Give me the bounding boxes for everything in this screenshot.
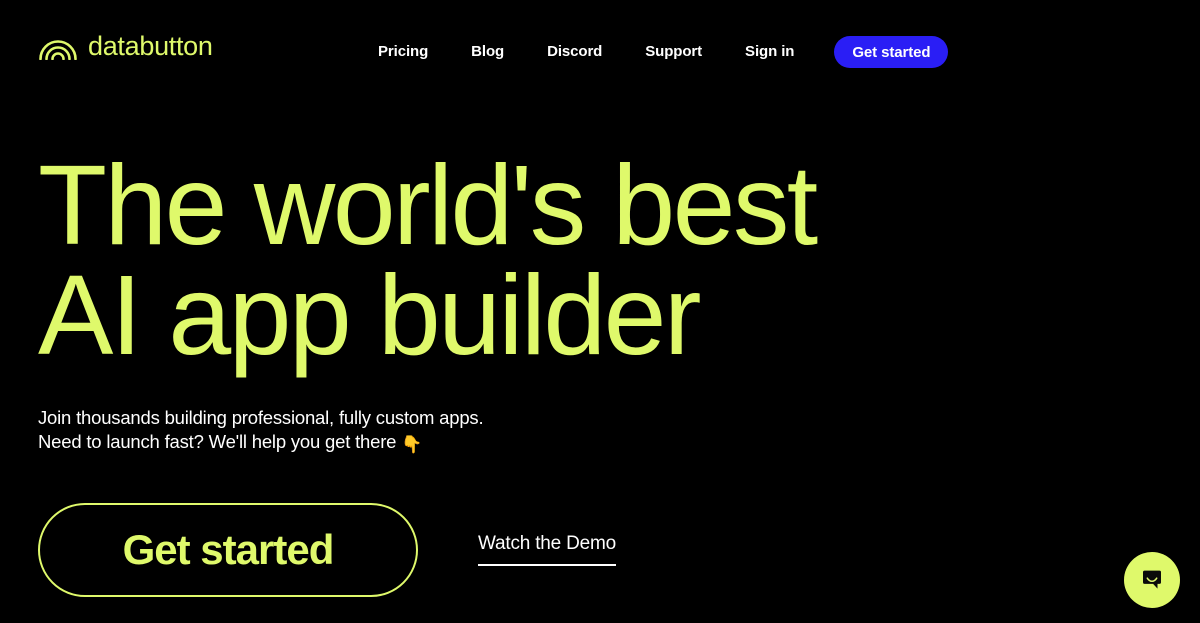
rainbow-arcs-icon [38,34,78,60]
brand-name: databutton [88,31,213,61]
nav-item-blog[interactable]: Blog [471,36,504,68]
subheading-line-1: Join thousands building professional, fu… [38,407,484,428]
headline-line-2: AI app builder [38,252,702,378]
nav-item-sign-in[interactable]: Sign in [745,36,794,68]
pointing-down-emoji-icon: 👇 [401,435,423,455]
subheading-line-2: Need to launch fast? We'll help you get … [38,430,938,457]
hero-get-started-button[interactable]: Get started [38,503,418,597]
nav-item-pricing[interactable]: Pricing [378,36,428,68]
chat-bubble-smile-icon [1139,567,1165,593]
nav-item-discord[interactable]: Discord [547,36,602,68]
chat-launcher-button[interactable] [1124,552,1180,608]
main-nav: Pricing Blog Discord Support Sign in Get… [378,36,949,68]
header-get-started-button[interactable]: Get started [834,36,949,68]
watch-demo-link[interactable]: Watch the Demo [478,534,616,566]
brand-logo[interactable]: databutton [38,33,213,60]
hero-cta-row: Get started Watch the Demo [38,503,616,597]
hero-section: The world's best AI app builder Join tho… [38,142,938,457]
headline-line-1: The world's best [38,142,818,268]
page-title: The world's best AI app builder [38,142,938,378]
site-header: databutton Pricing Blog Discord Support … [0,0,1200,104]
subheading-line-2-text: Need to launch fast? We'll help you get … [38,431,397,452]
nav-item-support[interactable]: Support [645,36,702,68]
hero-subheading: Join thousands building professional, fu… [38,406,938,457]
